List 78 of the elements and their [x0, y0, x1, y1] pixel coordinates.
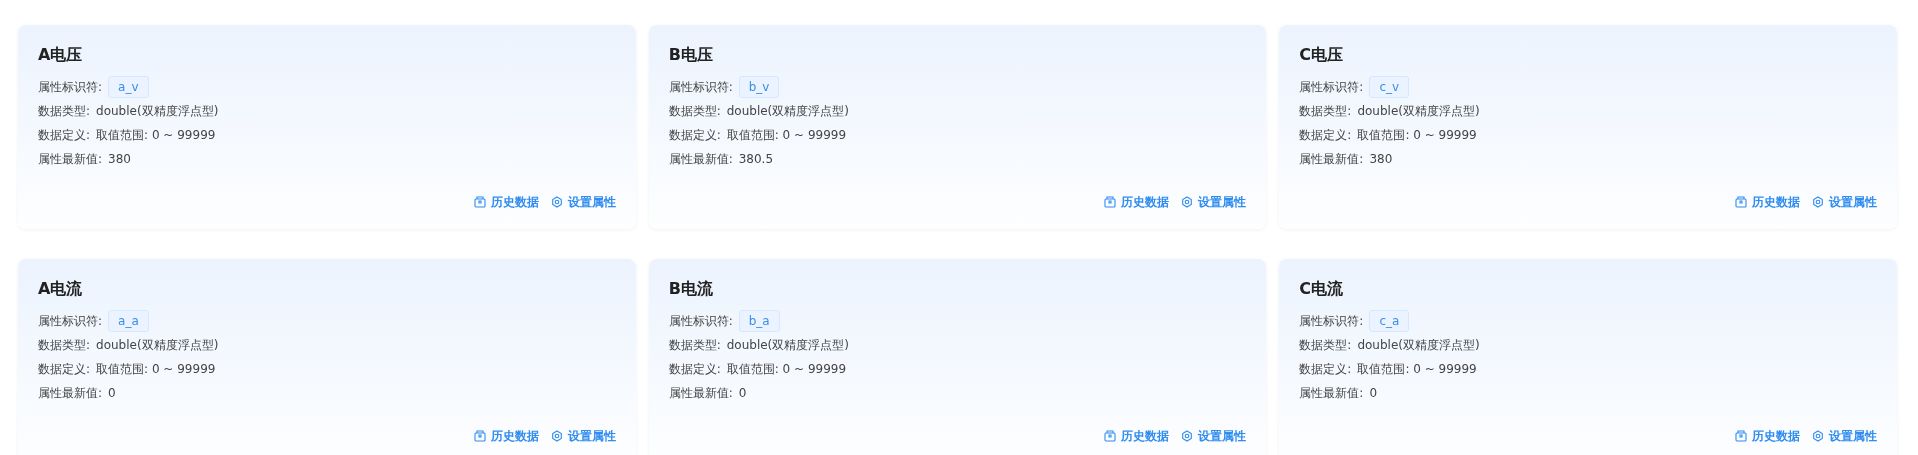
- field-value: 0: [108, 385, 116, 402]
- field-label: 属性最新值:: [1299, 151, 1364, 168]
- set-property-link[interactable]: 设置属性: [1812, 427, 1877, 445]
- history-data-link[interactable]: 历史数据: [1104, 193, 1170, 211]
- field-label: 属性标识符:: [1299, 313, 1364, 330]
- field-label: 属性标识符:: [668, 313, 733, 330]
- box-icon: [1104, 430, 1117, 442]
- box-icon: [1735, 430, 1747, 442]
- history-data-link[interactable]: 历史数据: [473, 193, 539, 211]
- field-label: 属性最新值:: [668, 151, 733, 168]
- card-title: C电压: [1299, 44, 1345, 66]
- field-label: 数据定义:: [1299, 361, 1352, 378]
- set-property-link[interactable]: 设置属性: [550, 193, 616, 211]
- field-label: 数据定义:: [668, 127, 721, 144]
- history-data-link[interactable]: 历史数据: [1735, 193, 1800, 211]
- field-value: 380.5: [738, 151, 774, 168]
- field-value: 取值范围: 0 ~ 99999: [726, 361, 847, 378]
- field-value: 380: [1369, 151, 1393, 168]
- field-label: 属性标识符:: [38, 79, 103, 96]
- field-label: 数据定义:: [38, 127, 91, 144]
- field-label: 数据类型:: [668, 337, 721, 354]
- field-label: 数据类型:: [1299, 103, 1352, 120]
- field-value: double(双精度浮点型): [96, 337, 219, 354]
- card-title: A电压: [38, 44, 84, 66]
- set-property-link[interactable]: 设置属性: [550, 427, 616, 445]
- card-title: B电流: [668, 278, 714, 300]
- field-label: 属性最新值:: [38, 151, 103, 168]
- field-value: 取值范围: 0 ~ 99999: [96, 361, 216, 378]
- field-value: 取值范围: 0 ~ 99999: [96, 127, 216, 144]
- card-title: C电流: [1299, 278, 1345, 300]
- field-label: 数据类型:: [1299, 337, 1352, 354]
- identifier-tag: b_v: [738, 76, 780, 98]
- field-value: 取值范围: 0 ~ 99999: [1357, 127, 1477, 144]
- box-icon: [473, 430, 486, 442]
- settings-icon: [1812, 196, 1824, 208]
- field-label: 数据类型:: [38, 103, 91, 120]
- field-label: 属性标识符:: [1299, 79, 1364, 96]
- field-value: 0: [1369, 385, 1377, 402]
- identifier-tag: a_a: [108, 310, 149, 332]
- field-value: double(双精度浮点型): [1357, 103, 1480, 120]
- identifier-tag: b_a: [738, 310, 780, 332]
- set-property-link[interactable]: 设置属性: [1181, 193, 1247, 211]
- field-value: 380: [108, 151, 131, 168]
- box-icon: [473, 196, 486, 208]
- field-label: 属性标识符:: [38, 313, 103, 330]
- field-label: 属性最新值:: [1299, 385, 1364, 402]
- field-label: 数据定义:: [1299, 127, 1352, 144]
- field-value: 取值范围: 0 ~ 99999: [726, 127, 847, 144]
- set-property-link[interactable]: 设置属性: [1812, 193, 1877, 211]
- field-label: 属性标识符:: [668, 79, 733, 96]
- field-value: double(双精度浮点型): [726, 337, 849, 354]
- set-property-link[interactable]: 设置属性: [1181, 427, 1247, 445]
- field-value: double(双精度浮点型): [1357, 337, 1480, 354]
- field-value: double(双精度浮点型): [726, 103, 849, 120]
- field-label: 数据定义:: [668, 361, 721, 378]
- identifier-tag: c_v: [1369, 76, 1410, 98]
- settings-icon: [1181, 196, 1194, 208]
- settings-icon: [550, 430, 563, 442]
- identifier-tag: c_a: [1369, 310, 1410, 332]
- field-value: 取值范围: 0 ~ 99999: [1357, 361, 1477, 378]
- card-title: A电流: [38, 278, 84, 300]
- box-icon: [1735, 196, 1747, 208]
- field-label: 数据定义:: [38, 361, 91, 378]
- settings-icon: [1181, 430, 1194, 442]
- card-title: B电压: [668, 44, 714, 66]
- field-value: double(双精度浮点型): [96, 103, 219, 120]
- field-label: 数据类型:: [38, 337, 91, 354]
- field-label: 属性最新值:: [38, 385, 103, 402]
- field-label: 数据类型:: [668, 103, 721, 120]
- box-icon: [1104, 196, 1117, 208]
- history-data-link[interactable]: 历史数据: [1735, 427, 1800, 445]
- history-data-link[interactable]: 历史数据: [473, 427, 539, 445]
- history-data-link[interactable]: 历史数据: [1104, 427, 1170, 445]
- identifier-tag: a_v: [108, 76, 149, 98]
- settings-icon: [1812, 430, 1824, 442]
- field-value: 0: [738, 385, 747, 402]
- settings-icon: [550, 196, 563, 208]
- field-label: 属性最新值:: [668, 385, 733, 402]
